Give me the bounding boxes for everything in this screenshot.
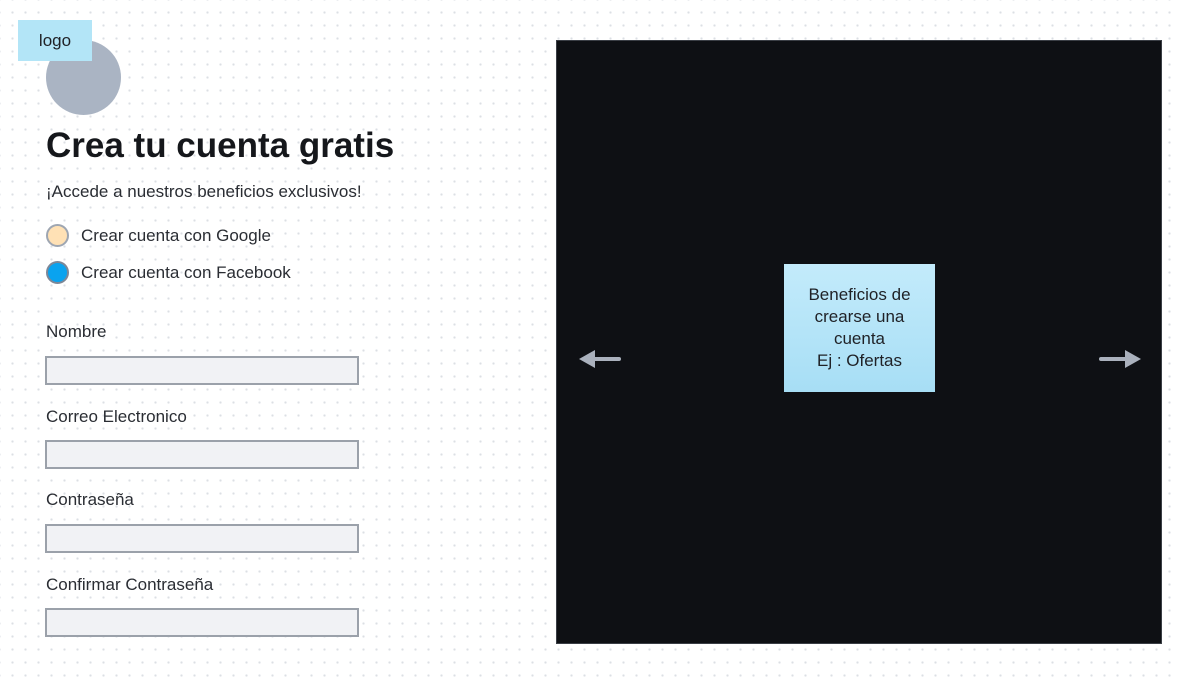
benefits-card-line: crearse una xyxy=(814,307,905,326)
email-field-label: Correo Electronico xyxy=(46,407,187,426)
name-field[interactable] xyxy=(45,356,359,385)
benefits-card-line: Ej : Ofertas xyxy=(816,351,903,370)
benefits-card-line: Beneficios de xyxy=(808,285,911,304)
facebook-radio-icon[interactable] xyxy=(46,261,69,284)
google-signup-option[interactable]: Crear cuenta con Google xyxy=(46,224,271,247)
benefits-card-line: cuenta xyxy=(833,329,886,348)
arrow-left-icon xyxy=(579,350,621,368)
google-signup-label: Crear cuenta con Google xyxy=(81,225,271,245)
logo-note: logo xyxy=(18,20,92,61)
benefits-card: Beneficios de crearse una cuenta Ej : Of… xyxy=(784,264,935,392)
email-field[interactable] xyxy=(45,440,359,469)
google-radio-icon[interactable] xyxy=(46,224,69,247)
facebook-signup-label: Crear cuenta con Facebook xyxy=(81,262,291,282)
page-title: Crea tu cuenta gratis xyxy=(46,126,395,165)
arrow-right-icon xyxy=(1099,350,1141,368)
benefits-carousel: Beneficios de crearse una cuenta Ej : Of… xyxy=(556,40,1162,644)
logo-label: logo xyxy=(38,30,72,50)
password-field-label: Contraseña xyxy=(46,490,134,509)
carousel-prev-button[interactable] xyxy=(578,347,622,371)
page-subtitle: ¡Accede a nuestros beneficios exclusivos… xyxy=(46,182,362,201)
facebook-signup-option[interactable]: Crear cuenta con Facebook xyxy=(46,261,291,284)
confirm-password-field[interactable] xyxy=(45,608,359,637)
confirm-password-field-label: Confirmar Contraseña xyxy=(46,575,214,594)
name-field-label: Nombre xyxy=(46,322,107,341)
carousel-next-button[interactable] xyxy=(1098,347,1142,371)
password-field[interactable] xyxy=(45,524,359,553)
